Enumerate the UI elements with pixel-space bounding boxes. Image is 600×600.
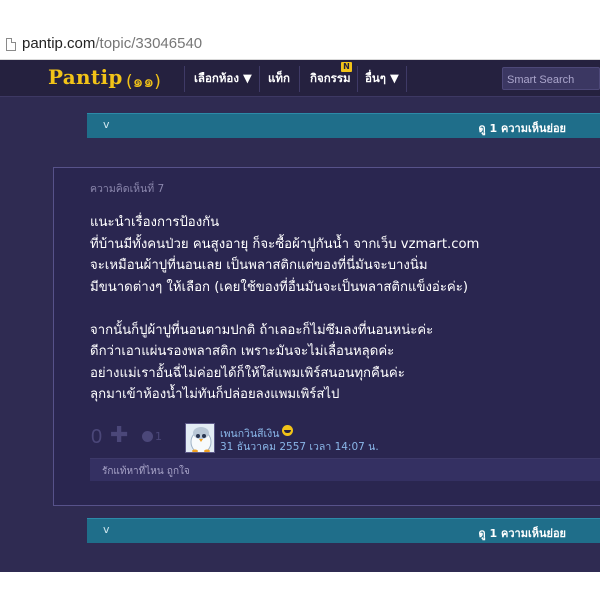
nav-activity[interactable]: กิจกรรม xyxy=(310,70,351,88)
smiley-badge-icon xyxy=(282,425,293,436)
nav-divider xyxy=(299,66,300,92)
top-navbar: Pantip (๑๑) เลือกห้อง ▼ แท็ก กิจกรรม N อ… xyxy=(0,60,600,97)
nav-divider xyxy=(406,66,407,92)
browser-address-bar[interactable]: pantip.com/topic/33046540 xyxy=(0,0,600,60)
comment-line: มีขนาดต่างๆ ให้เลือก (เคยใช้ของที่อื่นมั… xyxy=(90,279,468,295)
nav-select-room[interactable]: เลือกห้อง ▼ xyxy=(194,70,252,88)
activity-new-badge: N xyxy=(341,62,352,72)
comment-line: อย่างแม่เราอั้นฉี่ไม่ค่อยได้ก็ให้ใส่แพมเ… xyxy=(90,365,405,381)
view-replies-bar-top[interactable]: v ดู 1 ความเห็นย่อย xyxy=(87,113,600,138)
nav-more[interactable]: อื่นๆ ▼ xyxy=(365,70,399,88)
smart-search-input[interactable] xyxy=(503,69,599,91)
emotion-icon[interactable] xyxy=(142,431,153,442)
smart-search-box[interactable] xyxy=(502,67,600,91)
view-replies-label[interactable]: ดู 1 ความเห็นย่อย xyxy=(479,524,566,542)
comment-timestamp: 31 ธันวาคม 2557 เวลา 14:07 น. xyxy=(220,441,379,453)
comment-card: ความคิดเห็นที่ 7 แนะนำเรื่องการป้องกัน ท… xyxy=(53,167,600,506)
pantip-page: Pantip (๑๑) เลือกห้อง ▼ แท็ก กิจกรรม N อ… xyxy=(0,60,600,572)
avatar[interactable] xyxy=(185,423,215,453)
view-replies-bar-bottom[interactable]: v ดู 1 ความเห็นย่อย xyxy=(87,518,600,543)
view-replies-label[interactable]: ดู 1 ความเห็นย่อย xyxy=(479,119,566,137)
chevron-down-icon[interactable]: v xyxy=(103,118,110,131)
emotion-count: 1 xyxy=(155,430,162,443)
comment-line: จากนั้นก็ปูผ้าปูที่นอนตามปกติ ถ้าเลอะก็ไ… xyxy=(90,322,434,338)
nav-divider xyxy=(184,66,185,92)
url-path: /topic/33046540 xyxy=(95,35,203,52)
pantip-logo[interactable]: Pantip xyxy=(48,65,123,89)
vote-count: 0 xyxy=(91,426,103,448)
penguin-avatar-icon xyxy=(186,424,214,452)
chevron-down-icon[interactable]: v xyxy=(103,523,110,536)
nav-divider xyxy=(357,66,358,92)
pantip-logo-mark[interactable]: (๑๑) xyxy=(126,68,161,95)
comment-paragraph: จากนั้นก็ปูผ้าปูที่นอนตามปกติ ถ้าเลอะก็ไ… xyxy=(90,320,530,406)
comment-line: แนะนำเรื่องการป้องกัน xyxy=(90,215,220,230)
signature-box: รักแท้หาที่ไหน ถูกใจ xyxy=(90,458,600,481)
comment-body: แนะนำเรื่องการป้องกัน ที่บ้านมีทั้งคนป่ว… xyxy=(90,212,530,406)
comment-line: ลุกมาเข้าห้องน้ำไม่ทันก็ปล่อยลงแพมเพิร์ส… xyxy=(90,387,340,402)
comment-line: ดีกว่าเอาแผ่นรองพลาสติก เพราะมันจะไม่เลื… xyxy=(90,344,395,359)
nav-tag[interactable]: แท็ก xyxy=(268,70,290,88)
comment-line: จะเหมือนผ้าปูที่นอนเลย เป็นพลาสติกแต่ของ… xyxy=(90,258,428,273)
comment-number: ความคิดเห็นที่ 7 xyxy=(90,183,165,195)
signature-text: รักแท้หาที่ไหน ถูกใจ xyxy=(102,466,190,477)
url-domain: pantip.com xyxy=(22,35,96,52)
comment-paragraph: แนะนำเรื่องการป้องกัน ที่บ้านมีทั้งคนป่ว… xyxy=(90,212,530,298)
url-text[interactable]: pantip.com/topic/33046540 xyxy=(22,35,202,52)
comment-line: ที่บ้านมีทั้งคนป่วย คนสูงอายุ ก็จะซื้อผ้… xyxy=(90,236,480,252)
nav-divider xyxy=(259,66,260,92)
page-document-icon xyxy=(6,38,16,51)
vote-plus-icon[interactable]: ✚ xyxy=(110,425,128,447)
